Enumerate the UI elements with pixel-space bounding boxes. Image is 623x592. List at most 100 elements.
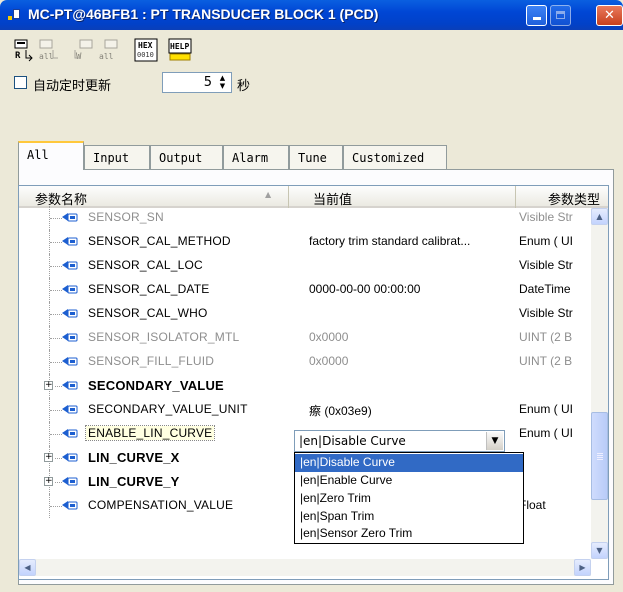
tree-branch <box>50 410 62 411</box>
tab-input[interactable]: Input <box>84 145 150 169</box>
scroll-up-icon[interactable]: ▲ <box>591 208 608 225</box>
window: MC-PT@46BFB1 : PT TRANSDUCER BLOCK 1 (PC… <box>0 0 623 592</box>
hex-button[interactable]: HEX 0010 <box>134 38 158 62</box>
param-name: LIN_CURVE_X <box>88 450 180 465</box>
svg-text:HELP: HELP <box>170 42 189 51</box>
interval-value[interactable]: 5 <box>204 75 212 90</box>
minimize-button[interactable] <box>526 5 547 26</box>
auto-update-label: 自动定时更新 <box>33 79 112 94</box>
scroll-right-icon[interactable]: ▶ <box>574 559 591 576</box>
table-row[interactable]: SENSOR_CAL_METHOD factory trim standard c… <box>19 230 594 254</box>
scroll-left-icon[interactable]: ◀ <box>19 559 36 576</box>
horizontal-scrollbar[interactable]: ◀ ▶ <box>19 559 591 576</box>
read-all-button[interactable]: all <box>37 38 61 62</box>
table-row[interactable]: SENSOR_FILL_FLUID 0x0000 UINT (2 B <box>19 350 594 374</box>
table-row[interactable]: SENSOR_ISOLATOR_MTL 0x0000 UINT (2 B <box>19 326 594 350</box>
column-header-type[interactable]: 参数类型 <box>516 186 608 208</box>
svg-text:0010: 0010 <box>137 51 154 59</box>
parameter-icon <box>62 237 78 246</box>
dropdown-option[interactable]: |en|Enable Curve <box>295 472 523 490</box>
maximize-button[interactable] <box>550 5 571 26</box>
tab-tune[interactable]: Tune <box>289 145 343 169</box>
dropdown-option[interactable]: |en|Span Trim <box>295 508 523 526</box>
parameter-icon <box>62 285 78 294</box>
svg-text:all: all <box>39 52 54 61</box>
parameter-icon <box>62 453 78 462</box>
hex-icon: HEX 0010 <box>134 38 158 62</box>
help-button[interactable]: HELP <box>168 38 192 62</box>
expand-icon[interactable]: + <box>44 477 53 486</box>
param-name: SECONDARY_VALUE <box>88 378 224 393</box>
close-button[interactable]: ✕ <box>596 5 623 26</box>
param-value[interactable]: 0x0000 <box>309 330 515 344</box>
param-value[interactable]: 0000-00-00 00:00:00 <box>309 282 515 296</box>
parameter-icon <box>62 477 78 486</box>
write-button[interactable]: W <box>72 38 96 62</box>
read-all-icon: all <box>39 39 58 61</box>
tree-branch <box>50 314 62 315</box>
param-type: UINT (2 B <box>519 354 573 368</box>
dropdown-option[interactable]: |en|Zero Trim <box>295 490 523 508</box>
column-header-value[interactable]: 当前值 <box>289 186 516 208</box>
tab-customized[interactable]: Customized <box>343 145 447 169</box>
auto-update-checkbox[interactable] <box>14 76 27 89</box>
tab-alarm[interactable]: Alarm <box>223 145 289 169</box>
dropdown-option[interactable]: |en|Sensor Zero Trim <box>295 525 523 543</box>
tab-all[interactable]: All <box>18 141 84 170</box>
table-row[interactable]: SECONDARY_VALUE_UNIT 瘵 (0x03e9) Enum ( UI <box>19 398 594 422</box>
param-name: SECONDARY_VALUE_UNIT <box>88 402 248 416</box>
param-name: SENSOR_CAL_DATE <box>88 282 210 296</box>
expand-icon[interactable]: + <box>44 381 53 390</box>
stepper-down-icon[interactable]: ▼ <box>215 82 230 90</box>
app-icon <box>8 9 22 21</box>
window-title: MC-PT@46BFB1 : PT TRANSDUCER BLOCK 1 (PC… <box>28 6 379 22</box>
interval-unit: 秒 <box>237 79 251 94</box>
svg-text:all: all <box>99 52 114 61</box>
table-row[interactable]: SENSOR_CAL_LOC Visible Str <box>19 254 594 278</box>
param-name: SENSOR_CAL_LOC <box>88 258 203 272</box>
table-row[interactable]: SENSOR_SN Visible Str <box>19 206 594 230</box>
dropdown-option[interactable]: |en|Disable Curve <box>295 454 523 472</box>
write-all-button[interactable]: all <box>97 38 121 62</box>
parameter-icon <box>62 213 78 222</box>
vertical-scrollbar[interactable]: ▲ ▼ <box>591 208 608 559</box>
interval-stepper[interactable]: 5 ▲ ▼ <box>162 72 232 93</box>
svg-text:W: W <box>76 52 82 62</box>
param-name: SENSOR_FILL_FLUID <box>88 354 215 368</box>
table-row[interactable]: SENSOR_CAL_DATE 0000-00-00 00:00:00 DateTi… <box>19 278 594 302</box>
param-name: SENSOR_CAL_WHO <box>88 306 208 320</box>
read-r-icon: R <box>14 39 33 62</box>
combo-dropdown-list[interactable]: |en|Disable Curve |en|Enable Curve |en|Z… <box>294 452 524 544</box>
enable-lin-curve-combo[interactable]: |en|Disable Curve ▼ <box>294 430 505 452</box>
param-value[interactable]: 0x0000 <box>309 354 515 368</box>
write-w-icon: W <box>74 39 93 62</box>
sort-ascending-icon: ▲ <box>265 190 272 199</box>
param-value[interactable]: 瘵 (0x03e9) <box>309 402 515 419</box>
table-row[interactable]: + SECONDARY_VALUE <box>19 374 594 398</box>
tree-branch <box>50 266 62 267</box>
parameter-icon <box>62 405 78 414</box>
param-name: ENABLE_LIN_CURVE <box>84 425 216 441</box>
scroll-down-icon[interactable]: ▼ <box>591 542 608 559</box>
param-type: Enum ( UI <box>519 234 574 248</box>
param-value[interactable]: factory trim standard calibrat... <box>309 234 515 248</box>
table-row[interactable]: SENSOR_CAL_WHO Visible Str <box>19 302 594 326</box>
parameter-icon <box>62 429 78 438</box>
tree-branch <box>55 458 62 459</box>
tab-output[interactable]: Output <box>150 145 223 169</box>
tree-branch <box>50 290 62 291</box>
tree-branch <box>50 434 62 435</box>
vertical-scroll-thumb[interactable] <box>591 412 608 500</box>
stepper-arrows[interactable]: ▲ ▼ <box>215 74 230 91</box>
chevron-down-icon[interactable]: ▼ <box>486 432 503 450</box>
title-bar[interactable]: MC-PT@46BFB1 : PT TRANSDUCER BLOCK 1 (PC… <box>0 0 623 30</box>
tree-branch <box>50 362 62 363</box>
column-header-name[interactable]: 参数名称 ▲ <box>19 186 289 208</box>
expand-icon[interactable]: + <box>44 453 53 462</box>
tree-branch <box>50 506 62 507</box>
combo-selected-value: |en|Disable Curve <box>299 434 406 448</box>
stepper-up-icon[interactable]: ▲ <box>215 74 230 82</box>
minimize-icon <box>527 6 546 25</box>
read-button[interactable]: R <box>12 38 36 62</box>
param-type: Visible Str <box>519 210 573 224</box>
